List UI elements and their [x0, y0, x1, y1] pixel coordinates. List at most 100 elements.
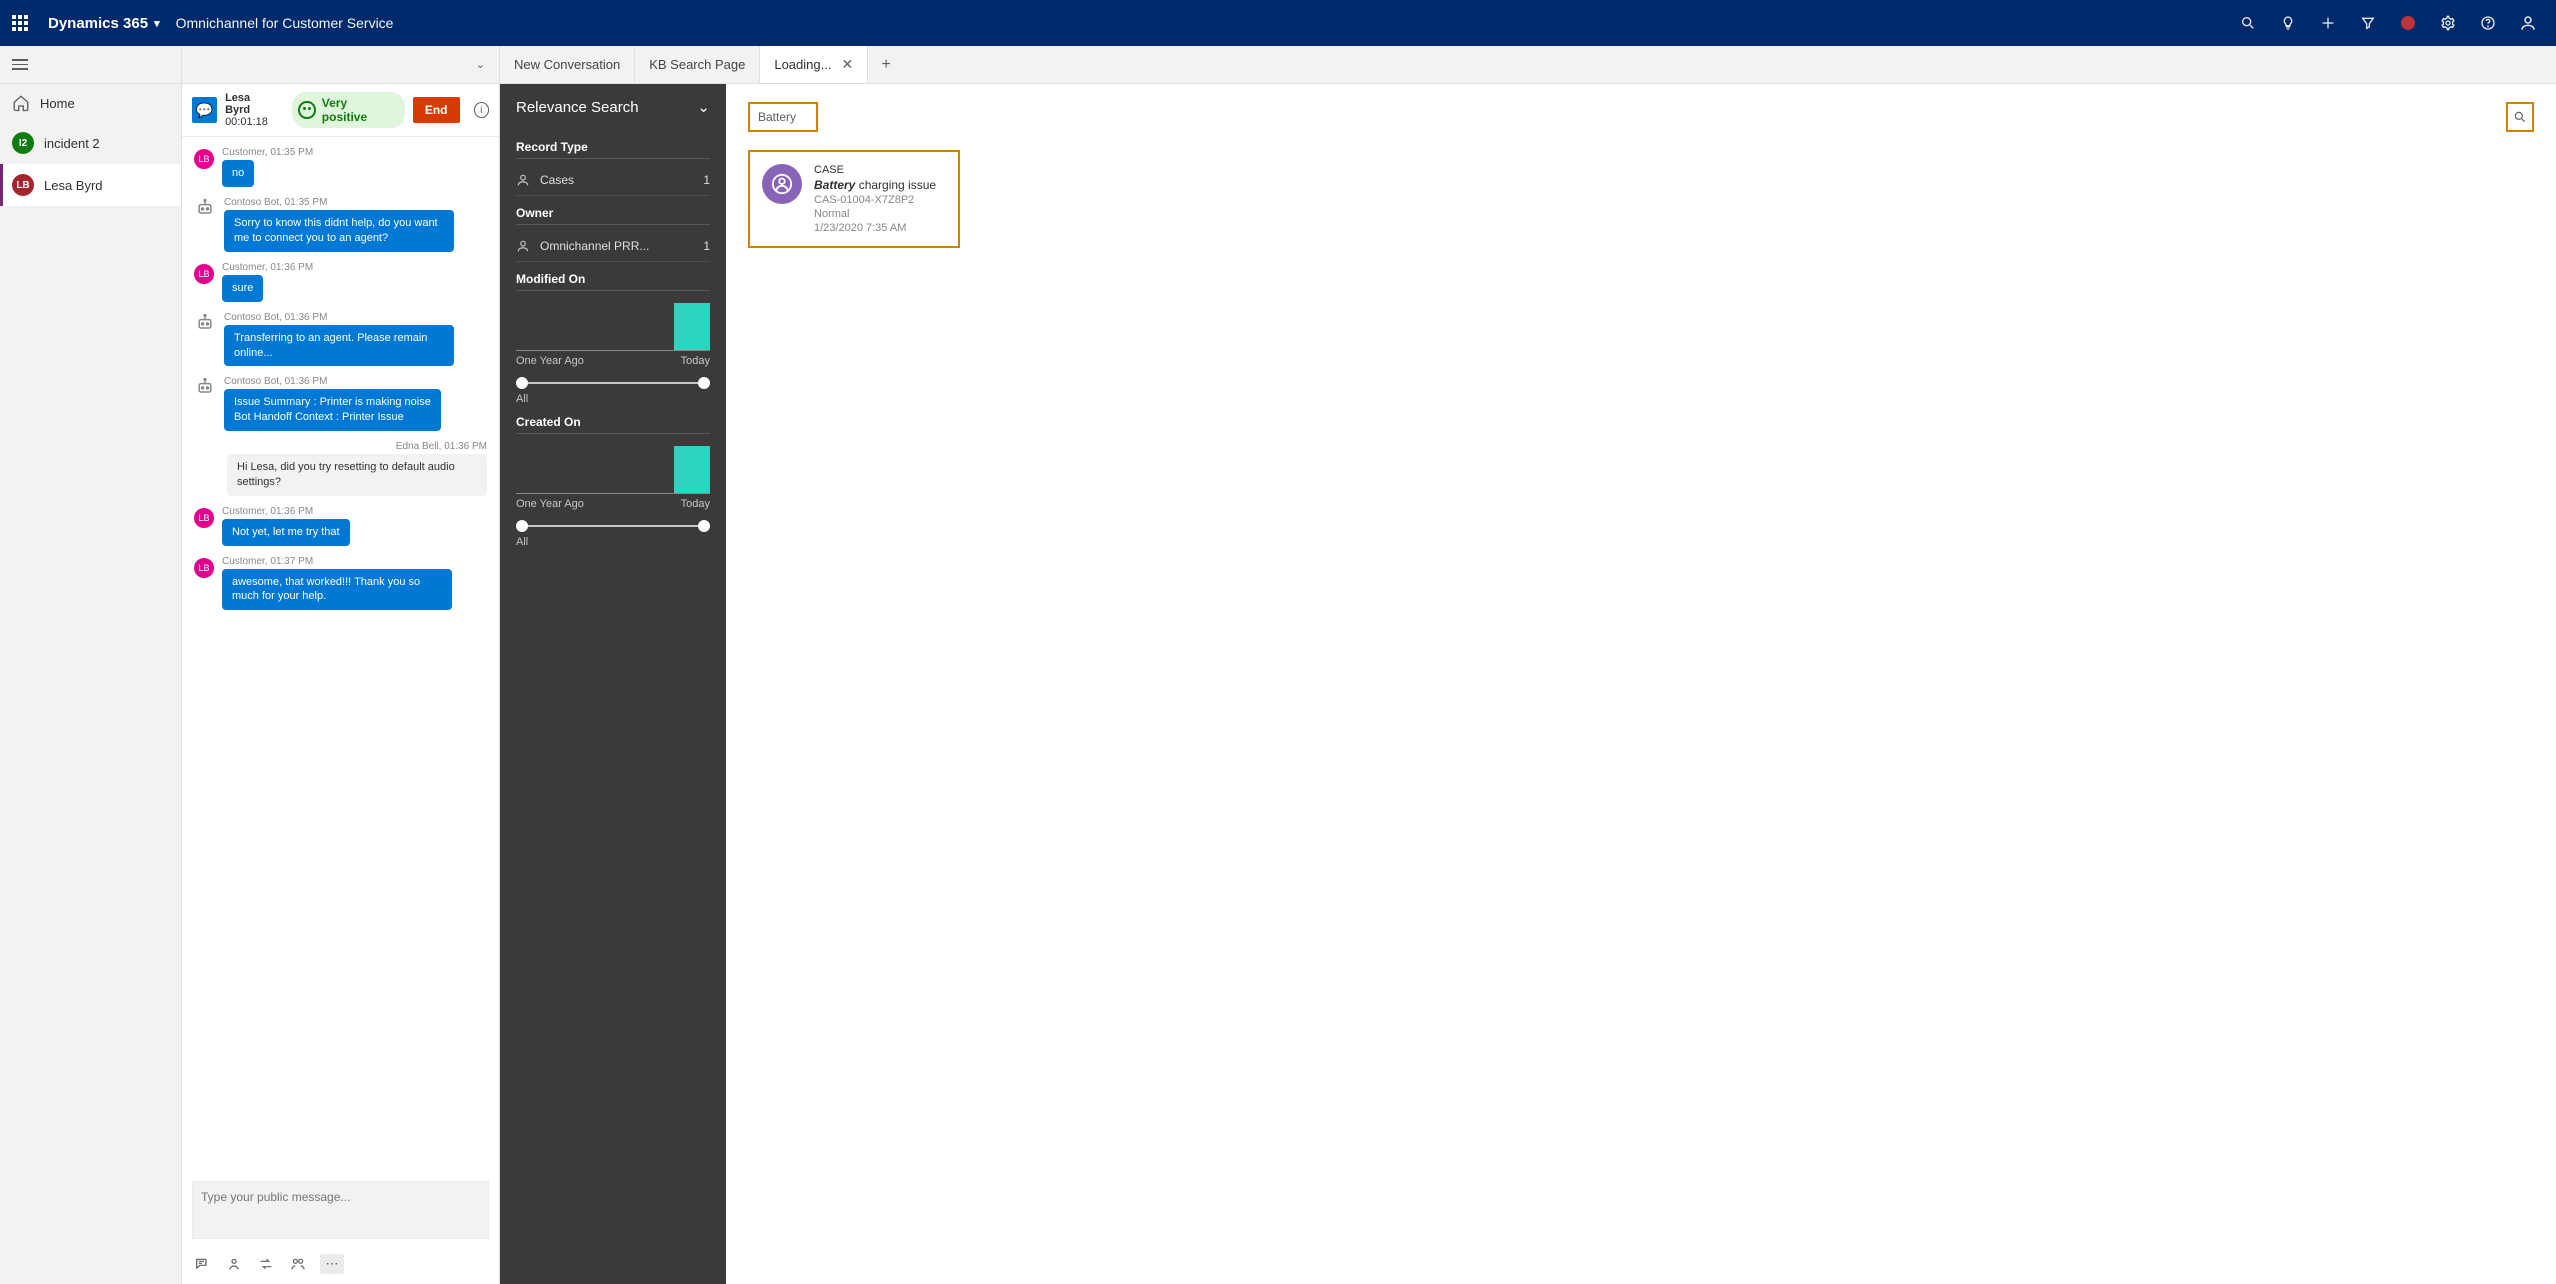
- facet-record-type-header: Record Type: [516, 140, 710, 159]
- range-right: Today: [681, 498, 710, 510]
- message-meta: Customer, 01:35 PM: [222, 147, 313, 158]
- tab-new-conversation[interactable]: New Conversation: [500, 46, 635, 83]
- histogram-bar: [674, 303, 710, 350]
- quick-reply-icon[interactable]: [192, 1254, 212, 1274]
- plus-icon[interactable]: [2318, 13, 2338, 33]
- message-input[interactable]: [192, 1181, 489, 1239]
- message-bubble: Transferring to an agent. Please remain …: [224, 325, 454, 367]
- message-meta: Customer, 01:37 PM: [222, 556, 452, 567]
- brand-label: Dynamics 365: [48, 15, 148, 32]
- sidebar-item-home[interactable]: Home: [0, 84, 181, 122]
- chat-message: LBCustomer, 01:37 PMawesome, that worked…: [194, 556, 487, 611]
- facet-count: 1: [703, 173, 710, 187]
- tab-kb-search[interactable]: KB Search Page: [635, 46, 760, 83]
- facet-modified-header: Modified On: [516, 272, 710, 291]
- chevron-down-icon[interactable]: ⌄: [697, 98, 710, 116]
- sidebar-item-label: Lesa Byrd: [44, 178, 103, 193]
- gear-icon[interactable]: [2438, 13, 2458, 33]
- chat-message: LB Customer, 01:36 PM sure: [194, 262, 487, 302]
- filter-icon[interactable]: [2358, 13, 2378, 33]
- sidebar-item-label: incident 2: [44, 136, 100, 151]
- range-right: Today: [681, 355, 710, 367]
- created-on-slider[interactable]: [516, 518, 710, 534]
- notes-icon[interactable]: [288, 1254, 308, 1274]
- app-name: Omnichannel for Customer Service: [176, 15, 394, 31]
- close-icon[interactable]: ✕: [841, 56, 853, 73]
- app-launcher-icon[interactable]: [8, 11, 34, 35]
- session-dropdown[interactable]: ⌄: [182, 46, 500, 83]
- customer-avatar: LB: [194, 264, 214, 284]
- chat-transcript: LB Customer, 01:35 PM no Contoso Bot, 01:35…: [182, 137, 499, 1175]
- message-bubble: Hi Lesa, did you try resetting to defaul…: [227, 454, 487, 496]
- range-left: One Year Ago: [516, 498, 584, 510]
- chevron-down-icon: ⌄: [476, 58, 485, 71]
- case-avatar-icon: [762, 164, 802, 204]
- bot-icon: [194, 376, 216, 398]
- bot-icon: [194, 197, 216, 219]
- message-meta: Customer, 01:36 PM: [222, 506, 350, 517]
- tab-add-button[interactable]: +: [868, 46, 904, 83]
- chat-message: Contoso Bot, 01:36 PMIssue Summary : Pri…: [194, 376, 487, 431]
- range-left: One Year Ago: [516, 355, 584, 367]
- person-icon: [516, 173, 530, 187]
- result-case-number: CAS-01004-X7Z8P2: [814, 194, 936, 206]
- customer-name: Lesa Byrd: [225, 92, 276, 116]
- result-title: Battery charging issue: [814, 178, 936, 192]
- message-meta: Contoso Bot, 01:35 PM: [224, 197, 454, 208]
- account-icon[interactable]: [2518, 13, 2538, 33]
- facet-label: Cases: [540, 173, 574, 187]
- chat-message: LB Customer, 01:36 PM Not yet, let me try …: [194, 506, 487, 546]
- info-icon[interactable]: i: [474, 102, 490, 118]
- session-badge: I2: [12, 132, 34, 154]
- end-button[interactable]: End: [413, 97, 460, 123]
- consult-icon[interactable]: [224, 1254, 244, 1274]
- search-input[interactable]: [748, 102, 818, 132]
- more-icon[interactable]: ⋯: [320, 1254, 344, 1274]
- lightbulb-icon[interactable]: [2278, 13, 2298, 33]
- slider-all-label: All: [516, 536, 710, 548]
- chat-channel-icon: 💬: [192, 97, 217, 123]
- search-icon[interactable]: [2238, 13, 2258, 33]
- tab-loading[interactable]: Loading... ✕: [760, 46, 868, 83]
- created-on-histogram: [516, 446, 710, 494]
- home-icon: [12, 94, 30, 112]
- search-button[interactable]: [2506, 102, 2534, 132]
- facet-row-owner[interactable]: Omnichannel PRR... 1: [516, 231, 710, 262]
- sentiment-label: Very positive: [322, 96, 393, 124]
- session-badge: LB: [12, 174, 34, 196]
- presence-indicator[interactable]: [2398, 13, 2418, 33]
- message-bubble: no: [222, 160, 254, 187]
- modified-on-slider[interactable]: [516, 375, 710, 391]
- smile-icon: [298, 101, 315, 119]
- facet-row-cases[interactable]: Cases 1: [516, 165, 710, 196]
- customer-avatar: LB: [194, 508, 214, 528]
- tab-label: New Conversation: [514, 57, 620, 72]
- relevance-facet-panel: Relevance Search ⌄ Record Type Cases 1 O…: [500, 84, 726, 1284]
- relevance-title: Relevance Search: [516, 99, 639, 116]
- tabs-row: ⌄ New Conversation KB Search Page Loadin…: [182, 46, 2556, 84]
- help-icon[interactable]: [2478, 13, 2498, 33]
- chevron-down-icon: ▾: [154, 17, 160, 30]
- customer-avatar: LB: [194, 149, 214, 169]
- message-bubble: awesome, that worked!!! Thank you so muc…: [222, 569, 452, 611]
- chat-message: LB Customer, 01:35 PM no: [194, 147, 487, 187]
- result-type: CASE: [814, 164, 936, 176]
- message-bubble: Not yet, let me try that: [222, 519, 350, 546]
- sidebar-item-incident[interactable]: I2 incident 2: [0, 122, 181, 164]
- message-bubble: sure: [222, 275, 263, 302]
- tab-label: Loading...: [774, 57, 831, 72]
- hamburger-icon[interactable]: [12, 59, 28, 70]
- transfer-icon[interactable]: [256, 1254, 276, 1274]
- chat-message: Edna Bell, 01:36 PMHi Lesa, did you try …: [194, 441, 487, 496]
- result-card-case[interactable]: CASE Battery charging issue CAS-01004-X7…: [748, 150, 960, 248]
- conversation-timer: 00:01:18: [225, 116, 276, 128]
- sidebar-item-lesa[interactable]: LB Lesa Byrd: [0, 164, 181, 206]
- left-rail: Home I2 incident 2 LB Lesa Byrd: [0, 46, 182, 1284]
- brand-switcher[interactable]: Dynamics 365 ▾: [48, 15, 160, 32]
- sentiment-pill: Very positive: [292, 92, 405, 128]
- message-meta: Contoso Bot, 01:36 PM: [224, 312, 454, 323]
- bot-icon: [194, 312, 216, 334]
- message-meta: Customer, 01:36 PM: [222, 262, 313, 273]
- modified-on-histogram: [516, 303, 710, 351]
- message-bubble: Issue Summary : Printer is making noiseB…: [224, 389, 441, 431]
